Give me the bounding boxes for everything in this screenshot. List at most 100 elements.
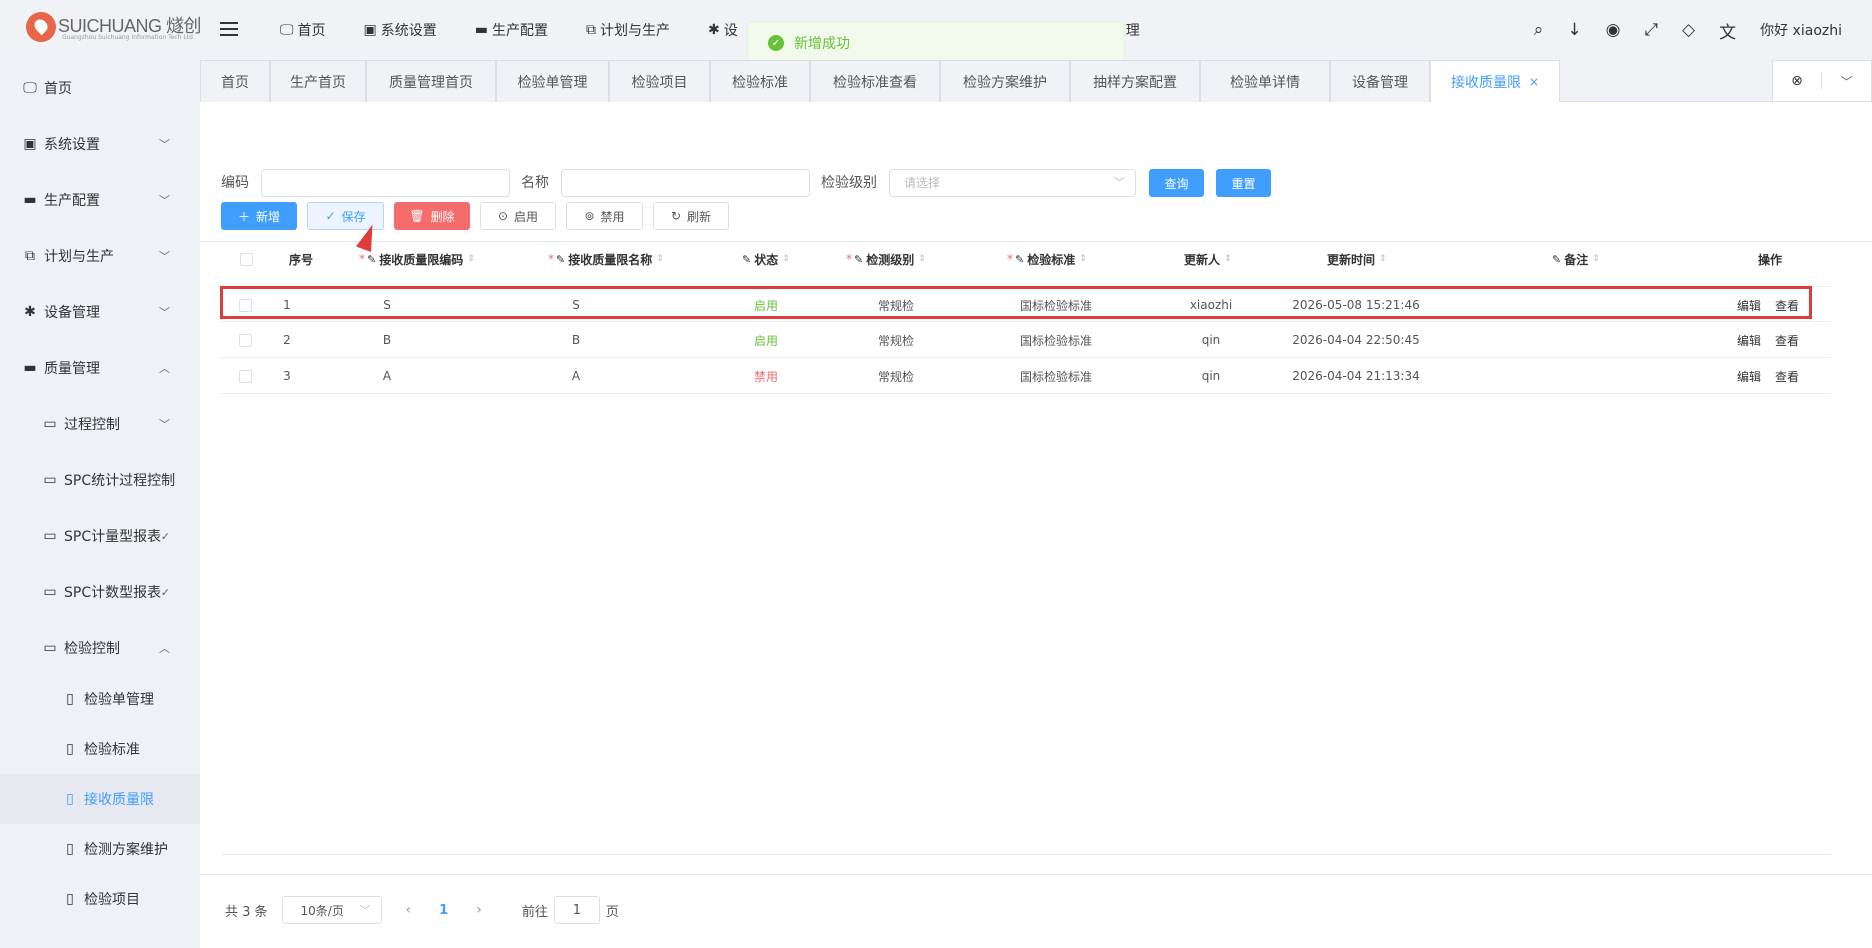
search-icon[interactable]: ⌕ bbox=[1534, 20, 1544, 40]
tab-inspection-plan[interactable]: 检验方案维护 bbox=[940, 60, 1070, 102]
table-row[interactable]: 2 B B 启用 常规检 国标检验标准 qin 2026-04-04 22:50… bbox=[221, 322, 1831, 358]
tab-sampling-plan[interactable]: 抽样方案配置 bbox=[1070, 60, 1200, 102]
sort-icon[interactable]: ⇕ bbox=[467, 254, 475, 264]
fullscreen-icon[interactable]: ⤢ bbox=[1644, 20, 1658, 40]
tab-inspection-standard-view[interactable]: 检验标准查看 bbox=[810, 60, 940, 102]
tab-inspection-items[interactable]: 检验项目 bbox=[609, 60, 710, 102]
row-checkbox[interactable] bbox=[239, 322, 252, 358]
sidebar-item-aql[interactable]: ▯ 接收质量限 bbox=[0, 774, 200, 824]
sort-icon[interactable]: ⇕ bbox=[656, 254, 664, 264]
select-all-checkbox[interactable] bbox=[240, 245, 253, 273]
tab-inspection-orders[interactable]: 检验单管理 bbox=[496, 60, 609, 102]
sidebar-item-inspection-control[interactable]: ▭ 检验控制 ︿ bbox=[0, 620, 200, 676]
menu-toggle-icon[interactable] bbox=[220, 22, 238, 36]
edit-link[interactable]: 编辑 bbox=[1737, 368, 1761, 385]
cell-level: 常规检 bbox=[877, 298, 914, 313]
goto-page-input[interactable]: 1 bbox=[553, 896, 600, 924]
tab-inspection-standard[interactable]: 检验标准 bbox=[710, 60, 810, 102]
current-page[interactable]: 1 bbox=[439, 903, 448, 918]
tab-equipment[interactable]: 设备管理 bbox=[1330, 60, 1430, 102]
topnav-home[interactable]: 🖵 首页 bbox=[280, 20, 326, 40]
refresh-button[interactable]: ↻ 刷新 bbox=[653, 202, 729, 230]
header-updated-at[interactable]: 更新时间 ⇕ bbox=[1327, 245, 1387, 273]
name-input[interactable] bbox=[561, 169, 810, 197]
header-updater[interactable]: 更新人 ⇕ bbox=[1184, 245, 1232, 273]
topnav-system-settings[interactable]: ▣ 系统设置 bbox=[364, 20, 437, 40]
close-icon[interactable]: × bbox=[1529, 75, 1539, 89]
cell-code: A bbox=[382, 369, 392, 383]
tab-inspection-detail[interactable]: 检验单详情 bbox=[1200, 60, 1330, 102]
sidebar-item-production-config[interactable]: ▬ 生产配置 ﹀ bbox=[0, 172, 200, 228]
row-checkbox[interactable] bbox=[239, 358, 252, 394]
download-icon[interactable]: ↓ bbox=[1567, 20, 1581, 40]
tab-aql[interactable]: 接收质量限 × bbox=[1430, 60, 1560, 102]
topnav-equipment[interactable]: ✱ 设 bbox=[708, 20, 738, 40]
enable-button[interactable]: ⊙ 启用 bbox=[480, 202, 556, 230]
table-row[interactable]: 1 S S 启用 常规检 国标检验标准 xiaozhi 2026-05-08 1… bbox=[221, 286, 1831, 322]
row-checkbox[interactable] bbox=[239, 287, 252, 323]
translate-icon[interactable]: 文 bbox=[1719, 18, 1736, 43]
edit-link[interactable]: 编辑 bbox=[1737, 297, 1761, 314]
page-size-select[interactable]: 10条/页 ﹀ bbox=[281, 896, 382, 924]
header-level[interactable]: * ✎ 检测级别 ⇕ bbox=[846, 245, 926, 273]
sidebar-item-quality[interactable]: ▬ 质量管理 ︿ bbox=[0, 340, 200, 396]
sidebar-item-plan-production[interactable]: ⧉ 计划与生产 ﹀ bbox=[0, 228, 200, 284]
sort-icon[interactable]: ⇕ bbox=[1224, 254, 1232, 264]
prev-page-icon[interactable]: ‹ bbox=[406, 902, 412, 918]
user-greeting[interactable]: 你好 xiaozhi bbox=[1760, 20, 1842, 40]
sidebar-item-inspection-plan[interactable]: ▯ 检测方案维护 bbox=[0, 824, 200, 874]
delete-button[interactable]: 🗑 删除 bbox=[394, 202, 470, 230]
topnav-plan-production[interactable]: ⧉ 计划与生产 bbox=[586, 20, 670, 40]
level-select[interactable]: 请选择 ﹀ bbox=[889, 169, 1136, 197]
target-icon[interactable]: ◉ bbox=[1606, 20, 1621, 40]
sidebar-item-spc-variable[interactable]: ▭ SPC计量型报表 ✓ bbox=[0, 508, 200, 564]
sidebar-item-system-settings[interactable]: ▣ 系统设置 ﹀ bbox=[0, 116, 200, 172]
cell-ops: 编辑 查看 bbox=[1737, 287, 1813, 323]
sidebar-item-equipment[interactable]: ✱ 设备管理 ﹀ bbox=[0, 284, 200, 340]
view-link[interactable]: 查看 bbox=[1775, 332, 1799, 349]
tab-production-home[interactable]: 生产首页 bbox=[270, 60, 366, 102]
view-link[interactable]: 查看 bbox=[1775, 297, 1799, 314]
header-code[interactable]: * ✎ 接收质量限编码 ⇕ bbox=[359, 245, 475, 273]
sort-icon[interactable]: ⇕ bbox=[918, 254, 926, 264]
sidebar-item-inspection-standard[interactable]: ▯ 检验标准 bbox=[0, 724, 200, 774]
sidebar-item-spc[interactable]: ▭ SPC统计过程控制 bbox=[0, 452, 200, 508]
refresh-icon: ↻ bbox=[670, 209, 682, 223]
sidebar-item-inspection-items[interactable]: ▯ 检验项目 bbox=[0, 874, 200, 924]
view-link[interactable]: 查看 bbox=[1775, 368, 1799, 385]
query-button[interactable]: 查询 bbox=[1149, 169, 1204, 197]
sidebar-item-process-control[interactable]: ▭ 过程控制 ﹀ bbox=[0, 396, 200, 452]
edit-link[interactable]: 编辑 bbox=[1737, 332, 1761, 349]
add-button[interactable]: ＋新增 bbox=[221, 202, 297, 230]
header-remark[interactable]: ✎ 备注 ⇕ bbox=[1552, 245, 1600, 273]
header-standard[interactable]: * ✎ 检验标准 ⇕ bbox=[1007, 245, 1087, 273]
sidebar-item-home[interactable]: 🖵 首页 bbox=[0, 60, 200, 116]
code-input[interactable] bbox=[261, 169, 510, 197]
logo-mark-icon bbox=[26, 12, 56, 42]
disable-button[interactable]: ⊚ 禁用 bbox=[566, 202, 643, 230]
header-name[interactable]: * ✎ 接收质量限名称 ⇕ bbox=[548, 245, 664, 273]
topnav-quality[interactable]: 理 bbox=[1126, 20, 1140, 40]
chevron-down-icon: ﹀ bbox=[159, 418, 170, 431]
tab-controls: ⊗ ﹀ bbox=[1772, 60, 1872, 102]
sidebar: 🖵 首页 ▣ 系统设置 ﹀ ▬ 生产配置 ﹀ ⧉ 计划与生产 ﹀ ✱ 设备管理 ﹀ ▬ 质量管理 ︿ … bbox=[0, 60, 200, 948]
sort-icon[interactable]: ⇕ bbox=[1379, 254, 1387, 264]
topnav-production-config[interactable]: ▬ 生产配置 bbox=[475, 20, 548, 40]
edit-icon: ✎ bbox=[1015, 252, 1025, 266]
chevron-down-icon: ﹀ bbox=[159, 138, 170, 151]
next-page-icon[interactable]: › bbox=[476, 902, 482, 918]
table-row[interactable]: 3 A A 禁用 常规检 国标检验标准 qin 2026-04-04 21:13… bbox=[221, 358, 1831, 394]
sidebar-item-spc-attribute[interactable]: ▭ SPC计数型报表 ✓ bbox=[0, 564, 200, 620]
sort-icon[interactable]: ⇕ bbox=[1079, 254, 1087, 264]
tab-home[interactable]: 首页 bbox=[200, 60, 270, 102]
chevron-down-icon[interactable]: ﹀ bbox=[1822, 73, 1871, 90]
logo-subtitle: Guangzhou Suichuang Information Tech Ltd bbox=[62, 34, 193, 41]
tab-quality-home[interactable]: 质量管理首页 bbox=[366, 60, 496, 102]
sort-icon[interactable]: ⇕ bbox=[782, 254, 790, 264]
sidebar-item-inspection-orders[interactable]: ▯ 检验单管理 bbox=[0, 674, 200, 724]
sort-icon[interactable]: ⇕ bbox=[1592, 254, 1600, 264]
diamond-icon[interactable]: ◇ bbox=[1682, 20, 1695, 40]
close-tabs-icon[interactable]: ⊗ bbox=[1773, 73, 1823, 89]
reset-button[interactable]: 重置 bbox=[1216, 169, 1271, 197]
header-status[interactable]: ✎ 状态 ⇕ bbox=[742, 245, 790, 273]
